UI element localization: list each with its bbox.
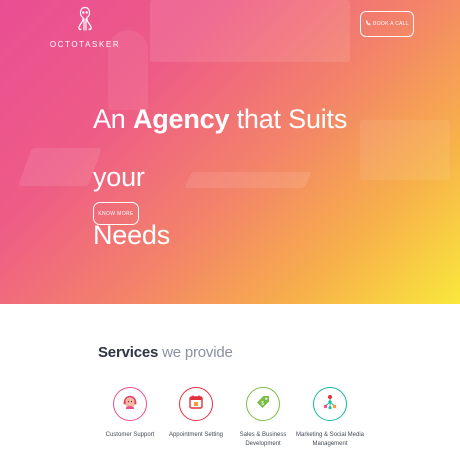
background-books	[18, 148, 102, 186]
calendar-icon	[187, 393, 205, 416]
hero-title: An Agency that Suits your Needs	[93, 90, 393, 264]
service-circle	[313, 387, 347, 421]
book-call-label: BOOK A CALL	[373, 21, 409, 27]
service-circle: $	[246, 387, 280, 421]
hero-banner: OCTOTASKER BOOK A CALL An Agency that Su…	[0, 0, 460, 304]
service-label: Marketing & Social Media Management	[296, 431, 364, 449]
service-circle	[179, 387, 213, 421]
know-more-button[interactable]: KNOW MORE	[93, 202, 139, 225]
services-heading-strong: Services	[98, 344, 159, 361]
phone-icon	[365, 20, 371, 28]
service-marketing-social-media[interactable]: Marketing & Social Media Management	[290, 387, 370, 449]
tag-icon: $	[254, 393, 272, 416]
background-monitor	[150, 0, 350, 62]
service-label-line2: Management	[312, 441, 348, 447]
service-circle	[113, 387, 147, 421]
services-heading: Services we provide	[98, 344, 233, 361]
network-icon	[321, 393, 339, 416]
book-call-button[interactable]: BOOK A CALL	[360, 11, 414, 37]
service-label: Appointment Setting	[168, 432, 224, 438]
service-label-line2: Development	[245, 441, 281, 447]
service-label-line1: Sales & Business	[239, 432, 287, 438]
brand-name: OCTOTASKER	[49, 40, 121, 49]
title-prefix: An	[93, 104, 126, 134]
services-heading-light: we provide	[162, 344, 233, 361]
service-label: Sales & Business Development	[240, 431, 287, 449]
brand-logo[interactable]: OCTOTASKER	[50, 6, 119, 50]
octopus-icon	[77, 6, 93, 37]
svg-text:$: $	[261, 400, 264, 406]
service-label: Customer Support	[105, 432, 155, 438]
headset-icon	[121, 393, 139, 416]
service-label-line1: Marketing & Social Media	[295, 432, 365, 438]
title-emphasis: Agency	[132, 104, 230, 134]
